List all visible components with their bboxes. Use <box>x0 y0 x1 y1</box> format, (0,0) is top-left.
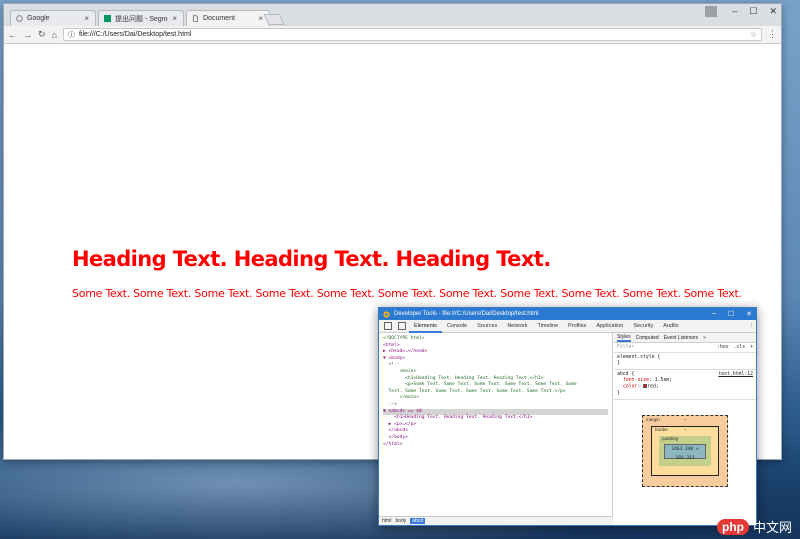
devtools-tabbar: Elements Console Sources Network Timelin… <box>379 320 756 333</box>
dom-node-line[interactable]: ▶ <head>…</head> <box>383 349 608 356</box>
home-icon[interactable]: ⌂ <box>52 30 57 40</box>
segmentfault-icon <box>104 15 111 22</box>
back-icon[interactable]: ← <box>8 30 17 40</box>
document-icon <box>193 15 198 22</box>
page-heading: Heading Text. Heading Text. Heading Text… <box>72 247 551 271</box>
profile-icon[interactable] <box>705 6 717 17</box>
tab-sources[interactable]: Sources <box>472 320 502 333</box>
address-bar[interactable]: ⓘ file:///C:/Users/Dai/Desktop/test.html… <box>62 28 762 41</box>
padding-label: padding <box>662 436 679 441</box>
filter-placeholder: Filter <box>617 345 635 350</box>
dom-node-line[interactable]: ▶ <p>…</p> <box>383 422 608 429</box>
close-icon[interactable]: × <box>172 14 177 23</box>
tab-event-listeners[interactable]: Event Listeners <box>664 335 698 341</box>
inspect-icon[interactable] <box>384 322 392 330</box>
breadcrumb-item-selected[interactable]: abcd <box>410 518 426 524</box>
hov-toggle[interactable]: :hov <box>717 345 729 350</box>
watermark: php 中文网 <box>716 517 792 536</box>
tab-styles[interactable]: Styles <box>617 334 631 342</box>
close-icon[interactable]: ✕ <box>769 6 777 17</box>
css-property[interactable]: font-size <box>623 378 649 383</box>
page-paragraph: Some Text. Some Text. Some Text. Some Te… <box>72 287 742 300</box>
window-controls: – ☐ ✕ <box>732 6 777 17</box>
tab-elements[interactable]: Elements <box>409 320 442 333</box>
dom-node-line[interactable]: </main> <box>383 395 608 402</box>
cls-toggle[interactable]: .cls <box>734 345 746 350</box>
dom-node-line[interactable]: ▼ <body> <box>383 356 608 363</box>
tab-audits[interactable]: Audits <box>658 320 683 333</box>
watermark-text: 中文网 <box>752 520 792 535</box>
reload-icon[interactable]: ↻ <box>38 29 46 40</box>
styles-pane: Styles Computed Event Listeners » Filter… <box>614 333 756 526</box>
box-model: margin – border – padding 1463.340 × 183… <box>642 415 728 487</box>
browser-toolbar: ← → ↻ ⌂ ⓘ file:///C:/Users/Dai/Desktop/t… <box>4 26 781 44</box>
breadcrumb-item[interactable]: html <box>382 518 391 524</box>
box-border: border – padding 1463.340 × 183.313 <box>651 426 719 476</box>
dom-node-line[interactable]: <h1>Heading Text. Heading Text. Heading … <box>383 415 608 422</box>
more-icon[interactable]: ⋮ <box>749 323 755 329</box>
minimize-icon[interactable]: – <box>732 6 737 17</box>
css-value[interactable]: red; <box>647 385 659 390</box>
maximize-icon[interactable]: ☐ <box>728 310 734 318</box>
styles-filter[interactable]: Filter :hov .cls + <box>614 343 756 353</box>
dom-node-line[interactable]: <!DOCTYPE html> <box>383 336 608 343</box>
menu-icon[interactable]: ⋮ <box>768 29 777 40</box>
tab-application[interactable]: Application <box>591 320 628 333</box>
device-toggle-icon[interactable] <box>398 322 406 330</box>
tab-timeline[interactable]: Timeline <box>532 320 563 333</box>
breadcrumb-item[interactable]: body <box>395 518 406 524</box>
google-icon <box>16 15 23 22</box>
dom-node-line[interactable]: <!-- <box>383 362 608 369</box>
tab-segmentfault[interactable]: 提出问题 - SegmentFa × <box>98 10 184 26</box>
browser-titlebar: Google × 提出问题 - SegmentFa × Document × –… <box>4 4 781 26</box>
dom-node-line[interactable]: </body> <box>383 435 608 442</box>
close-icon[interactable]: × <box>258 14 263 23</box>
css-property[interactable]: color <box>623 385 637 390</box>
breadcrumb: html body abcd <box>379 516 613 525</box>
box-margin: margin – border – padding 1463.340 × 183… <box>642 415 728 487</box>
info-icon[interactable]: ⓘ <box>68 30 75 40</box>
watermark-badge: php <box>716 518 749 535</box>
dom-node-line[interactable]: </html> <box>383 442 608 449</box>
dom-node-line[interactable]: </abcd> <box>383 428 608 435</box>
tab-profiles[interactable]: Profiles <box>563 320 591 333</box>
tab-google[interactable]: Google × <box>10 10 96 26</box>
devtools-window: Developer Tools - file:///C:/Users/Dai/D… <box>378 307 757 526</box>
element-style-rule: element.style { } <box>614 353 756 370</box>
maximize-icon[interactable]: ☐ <box>749 6 757 17</box>
minimize-icon[interactable]: – <box>712 310 716 318</box>
dom-node-line[interactable]: --> <box>383 402 608 409</box>
tab-label: 提出问题 - SegmentFa <box>115 15 168 23</box>
url-text: file:///C:/Users/Dai/Desktop/test.html <box>78 31 192 38</box>
add-rule-icon[interactable]: + <box>750 345 753 350</box>
margin-label: margin <box>646 417 660 422</box>
box-content: 1463.340 × 183.313 <box>664 444 706 461</box>
dom-tree[interactable]: <!DOCTYPE html> <html> ▶ <head>…</head> ▼ <… <box>379 333 613 517</box>
bookmark-star-icon[interactable]: ☆ <box>750 30 757 39</box>
close-icon[interactable]: ✕ <box>746 310 752 318</box>
box-padding: padding 1463.340 × 183.313 <box>659 436 711 466</box>
close-icon[interactable]: × <box>84 14 89 23</box>
devtools-title: Developer Tools - file:///C:/Users/Dai/D… <box>394 311 539 317</box>
tab-document[interactable]: Document × <box>186 10 270 26</box>
border-value: – <box>684 427 687 432</box>
rule-source-link[interactable]: test.html:12 <box>718 372 753 378</box>
tab-console[interactable]: Console <box>442 320 472 333</box>
tab-network[interactable]: Network <box>502 320 532 333</box>
border-label: border <box>655 427 669 432</box>
dom-node-line[interactable]: <p>Some Text. Some Text. Some Text. Some… <box>383 382 608 389</box>
chrome-icon <box>383 310 390 318</box>
css-value[interactable]: 1.5em; <box>655 378 672 383</box>
chevron-right-icon[interactable]: » <box>703 335 706 341</box>
tab-security[interactable]: Security <box>628 320 658 333</box>
margin-value: – <box>684 417 687 422</box>
styles-tabbar: Styles Computed Event Listeners » <box>614 333 756 343</box>
abcd-rule: abcd { test.html:12 font-size: 1.5em; co… <box>614 370 756 400</box>
dom-node-line[interactable]: <main> <box>383 369 608 376</box>
tab-computed[interactable]: Computed <box>636 335 659 341</box>
tab-label: Document <box>203 15 235 22</box>
tab-label: Google <box>27 15 50 22</box>
devtools-titlebar: Developer Tools - file:///C:/Users/Dai/D… <box>379 308 756 320</box>
forward-icon[interactable]: → <box>23 30 32 40</box>
